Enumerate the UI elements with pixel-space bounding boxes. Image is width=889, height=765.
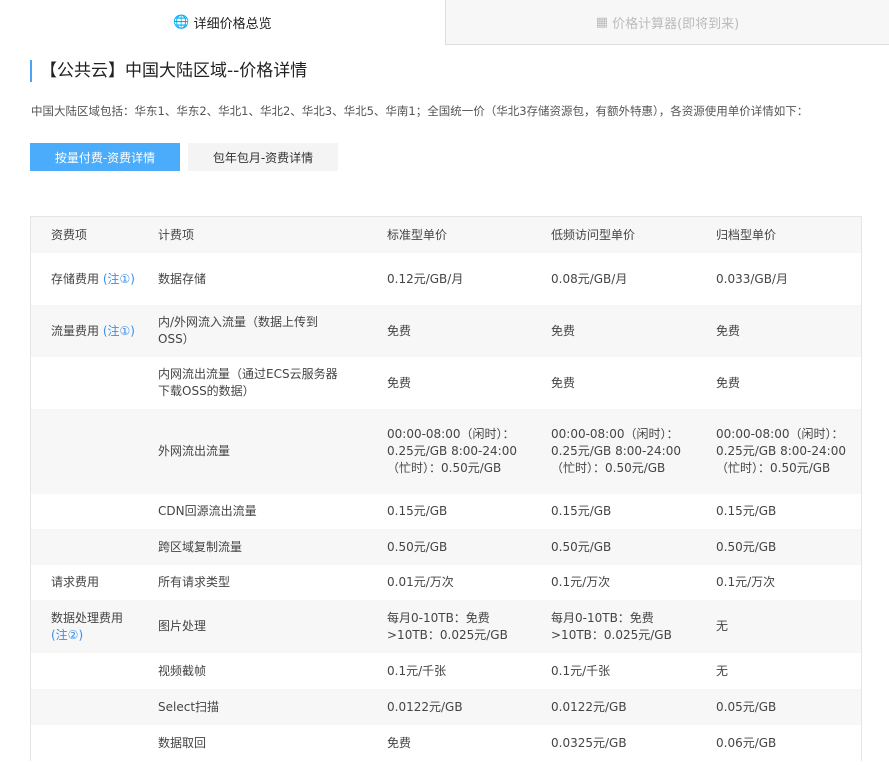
archive-price-cell: 0.50元/GB <box>716 539 777 554</box>
table-header: 资费项 计费项 标准型单价 低频访问型单价 归档型单价 <box>31 217 861 253</box>
archive-price-cell: 无 <box>716 619 729 633</box>
ia-price-cell: 00:00-08:00（闲时）：0.25元/GB 8:00-24:00（忙时）：… <box>551 427 681 475</box>
billing-item-cell: Select扫描 <box>158 699 220 714</box>
note-link[interactable]: (注①) <box>103 272 135 286</box>
table-row: 外网流出流量 00:00-08:00（闲时）：0.25元/GB 8:00-24:0… <box>31 409 861 494</box>
standard-price-cell: 免费 <box>387 323 412 338</box>
billing-item-cell: 外网流出流量 <box>158 444 231 458</box>
table-row: 视频截帧 0.1元/千张 0.1元/千张 无 <box>31 653 861 689</box>
region-description: 中国大陆区域包括：华东1、华东2、华北1、华北2、华北3、华北5、华南1；全国统… <box>31 104 809 118</box>
ia-price-cell: 0.1元/千张 <box>551 663 611 678</box>
billing-item-cell: 图片处理 <box>158 619 207 633</box>
archive-price-cell: 0.033/GB/月 <box>716 271 788 286</box>
standard-price-cell: 0.0122元/GB <box>387 699 463 714</box>
tab-bar: 🌐 详细价格总览 ▦ 价格计算器(即将到来) <box>0 0 889 45</box>
billing-item-cell: 视频截帧 <box>158 663 207 678</box>
ia-price-cell: 0.50元/GB <box>551 539 612 554</box>
tab-label: 价格计算器(即将到来) <box>612 16 740 32</box>
standard-price-cell: 每月0-10TB：免费 >10TB：0.025元/GB <box>387 610 508 642</box>
header-cell: 归档型单价 <box>716 227 777 242</box>
price-table: 资费项 计费项 标准型单价 低频访问型单价 归档型单价 存储费用 (注①) 数据存… <box>30 216 862 761</box>
archive-price-cell: 无 <box>716 663 729 678</box>
archive-price-cell: 0.06元/GB <box>716 735 777 750</box>
standard-price-cell: 00:00-08:00（闲时）：0.25元/GB 8:00-24:00（忙时）：… <box>387 427 517 475</box>
header-cell: 资费项 <box>51 227 88 242</box>
table-row: Select扫描 0.0122元/GB 0.0122元/GB 0.05元/GB <box>31 689 861 725</box>
globe-icon: 🌐 <box>173 15 190 30</box>
standard-price-cell: 0.1元/千张 <box>387 663 447 678</box>
category-cell: 请求费用 <box>51 574 141 591</box>
category-label: 数据处理费用 <box>51 610 124 625</box>
pay-as-you-go-button[interactable]: 按量付费-资费详情 <box>30 143 180 171</box>
archive-price-cell: 0.05元/GB <box>716 699 777 714</box>
archive-price-cell: 0.1元/万次 <box>716 575 776 589</box>
header-cell: 标准型单价 <box>387 227 448 242</box>
subscription-button[interactable]: 包年包月-资费详情 <box>188 143 338 171</box>
tab-label: 详细价格总览 <box>193 17 272 32</box>
table-row: 存储费用 (注①) 数据存储 0.12元/GB/月 0.08元/GB/月 0.033/G… <box>31 253 861 305</box>
category-label: 存储费用 <box>51 271 100 286</box>
page-title: 【公共云】中国大陆区域--价格详情 <box>30 60 307 82</box>
table-row: 流量费用 (注①) 内/外网流入流量（数据上传到OSS） 免费 免费 免费 <box>31 305 861 357</box>
billing-item-cell: 所有请求类型 <box>158 575 231 589</box>
table-row: 数据取回 免费 0.0325元/GB 0.06元/GB <box>31 725 861 761</box>
table-row: 数据处理费用 (注②) 图片处理 每月0-10TB：免费 >10TB：0.025元/… <box>31 600 861 653</box>
billing-item-cell: 数据存储 <box>158 271 207 286</box>
ia-price-cell: 免费 <box>551 375 576 390</box>
ia-price-cell: 0.15元/GB <box>551 504 612 518</box>
table-row: 跨区域复制流量 0.50元/GB 0.50元/GB 0.50元/GB <box>31 529 861 565</box>
standard-price-cell: 0.15元/GB <box>387 504 448 518</box>
ia-price-cell: 0.1元/万次 <box>551 575 611 589</box>
category-label: 流量费用 <box>51 323 100 338</box>
ia-price-cell: 每月0-10TB：免费 >10TB：0.025元/GB <box>551 610 672 642</box>
standard-price-cell: 0.01元/万次 <box>387 575 454 589</box>
archive-price-cell: 00:00-08:00（闲时）：0.25元/GB 8:00-24:00（忙时）：… <box>716 427 846 475</box>
ia-price-cell: 0.0122元/GB <box>551 699 627 714</box>
table-row: 请求费用 所有请求类型 0.01元/万次 0.1元/万次 0.1元/万次 <box>31 565 861 600</box>
ia-price-cell: 免费 <box>551 323 576 338</box>
category-cell: 数据处理费用 (注②) <box>51 610 141 644</box>
header-cell: 低频访问型单价 <box>551 227 636 242</box>
header-cell: 计费项 <box>158 227 195 242</box>
tab-price-calculator[interactable]: ▦ 价格计算器(即将到来) <box>445 0 889 45</box>
archive-price-cell: 0.15元/GB <box>716 504 777 518</box>
billing-item-cell: 内/外网流入流量（数据上传到OSS） <box>158 315 319 346</box>
tab-price-overview[interactable]: 🌐 详细价格总览 <box>0 0 445 45</box>
ia-price-cell: 0.08元/GB/月 <box>551 271 628 286</box>
archive-price-cell: 免费 <box>716 323 741 338</box>
billing-item-cell: 数据取回 <box>158 735 207 750</box>
billing-item-cell: 内网流出流量（通过ECS云服务器下载OSS的数据） <box>158 367 338 398</box>
category-label: 请求费用 <box>51 575 100 589</box>
ia-price-cell: 0.0325元/GB <box>551 735 627 750</box>
note-link[interactable]: (注①) <box>103 324 135 338</box>
standard-price-cell: 0.50元/GB <box>387 539 448 554</box>
standard-price-cell: 免费 <box>387 375 412 390</box>
table-row: CDN回源流出流量 0.15元/GB 0.15元/GB 0.15元/GB <box>31 494 861 529</box>
category-cell: 流量费用 (注①) <box>51 323 141 340</box>
calculator-icon: ▦ <box>595 14 609 30</box>
standard-price-cell: 0.12元/GB/月 <box>387 271 464 286</box>
table-row: 内网流出流量（通过ECS云服务器下载OSS的数据） 免费 免费 免费 <box>31 357 861 409</box>
billing-item-cell: 跨区域复制流量 <box>158 539 243 554</box>
category-cell: 存储费用 (注①) <box>51 271 141 288</box>
standard-price-cell: 免费 <box>387 735 412 750</box>
note-link[interactable]: (注②) <box>51 628 83 642</box>
billing-item-cell: CDN回源流出流量 <box>158 504 257 518</box>
archive-price-cell: 免费 <box>716 375 741 390</box>
